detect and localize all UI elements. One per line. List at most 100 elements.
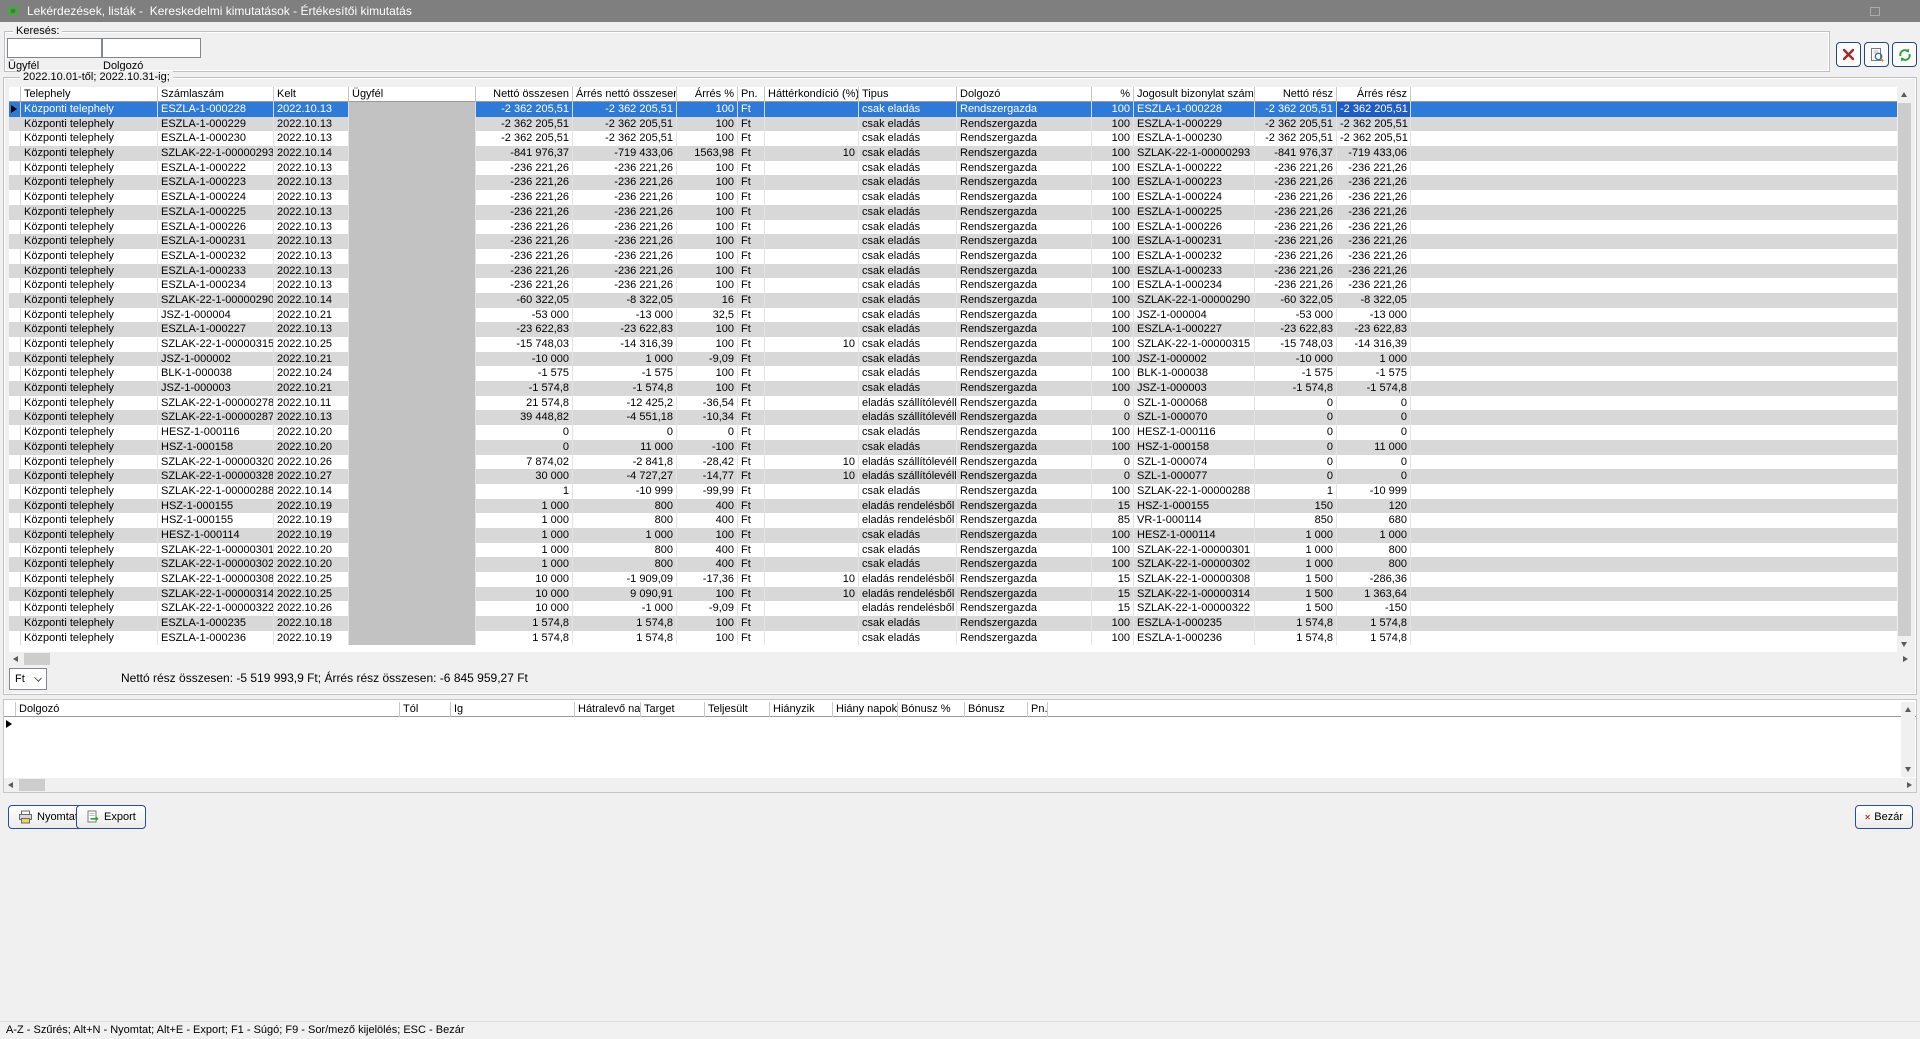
- scrollbar-thumb[interactable]: [19, 779, 45, 791]
- table-row[interactable]: Központi telephelySZLAK-22-1-00000320202…: [9, 455, 1912, 470]
- column-header[interactable]: Ig: [451, 702, 575, 717]
- table-row[interactable]: Központi telephelyBLK-1-0000382022.10.24…: [9, 366, 1912, 381]
- cell: SZLAK-22-1-00000287: [158, 410, 274, 425]
- table-row[interactable]: Központi telephelyHSZ-1-0001552022.10.19…: [9, 513, 1912, 528]
- table-row[interactable]: [4, 717, 1916, 731]
- cell: SZLAK-22-1-00000301: [158, 543, 274, 558]
- restore-icon[interactable]: [1870, 7, 1880, 16]
- scroll-left-button[interactable]: [4, 778, 18, 792]
- clear-filter-button[interactable]: [1836, 42, 1861, 67]
- table-row[interactable]: Központi telephelySZLAK-22-1-00000290202…: [9, 293, 1912, 308]
- column-header[interactable]: Árrés %: [677, 87, 738, 102]
- table-row[interactable]: Központi telephelyJSZ-1-0000032022.10.21…: [9, 381, 1912, 396]
- table-row[interactable]: Központi telephelySZLAK-22-1-00000288202…: [9, 484, 1912, 499]
- column-header[interactable]: Számlaszám: [158, 87, 274, 102]
- table-row[interactable]: Központi telephelyESZLA-1-0002282022.10.…: [9, 102, 1912, 117]
- column-header[interactable]: Ügyfél: [349, 87, 476, 102]
- table-row[interactable]: Központi telephelyESZLA-1-0002232022.10.…: [9, 175, 1912, 190]
- table-row[interactable]: Központi telephelyHSZ-1-0001552022.10.19…: [9, 499, 1912, 514]
- preview-button[interactable]: [1864, 42, 1889, 67]
- table-row[interactable]: Központi telephelyESZLA-1-0002352022.10.…: [9, 616, 1912, 631]
- column-header[interactable]: Kelt: [274, 87, 349, 102]
- cell: ESZLA-1-000236: [158, 631, 274, 646]
- column-header[interactable]: Hiány napokr: [833, 702, 898, 717]
- table-row[interactable]: Központi telephelySZLAK-22-1-00000293202…: [9, 146, 1912, 161]
- scroll-down-button[interactable]: [1897, 637, 1912, 652]
- refresh-button[interactable]: [1892, 42, 1917, 67]
- column-header[interactable]: Árrés nettó összesen: [573, 87, 677, 102]
- column-header[interactable]: %: [1092, 87, 1134, 102]
- column-header[interactable]: Tól: [400, 702, 451, 717]
- cell: 100: [677, 631, 738, 646]
- table-row[interactable]: Központi telephelySZLAK-22-1-00000287202…: [9, 410, 1912, 425]
- table-row[interactable]: Központi telephelyJSZ-1-0000042022.10.21…: [9, 308, 1912, 323]
- table-row[interactable]: Központi telephelySZLAK-22-1-00000302202…: [9, 557, 1912, 572]
- table-row[interactable]: Központi telephelyJSZ-1-0000022022.10.21…: [9, 352, 1912, 367]
- scroll-down-button[interactable]: [1901, 762, 1916, 777]
- close-button[interactable]: Bezár: [1855, 805, 1913, 829]
- search-groupbox: Keresés: Ügyfél Dolgozó: [4, 31, 1830, 72]
- table-row[interactable]: Központi telephelyESZLA-1-0002332022.10.…: [9, 264, 1912, 279]
- column-header[interactable]: Bónusz: [965, 702, 1028, 717]
- column-header[interactable]: Dolgozó: [957, 87, 1092, 102]
- column-header[interactable]: Hátralevő na: [575, 702, 641, 717]
- column-header[interactable]: Pn.: [1028, 702, 1048, 717]
- table-row[interactable]: Központi telephelySZLAK-22-1-00000278202…: [9, 396, 1912, 411]
- scrollbar-thumb[interactable]: [1898, 103, 1911, 636]
- cell: Központi telephely: [21, 616, 158, 631]
- scroll-right-button[interactable]: [1902, 778, 1916, 792]
- export-button[interactable]: Export: [76, 805, 146, 829]
- bonus-grid-horizontal-scrollbar[interactable]: [4, 778, 1916, 792]
- column-header[interactable]: Pn.: [738, 87, 765, 102]
- table-row[interactable]: Központi telephelyESZLA-1-0002242022.10.…: [9, 190, 1912, 205]
- scroll-up-button[interactable]: [1901, 702, 1916, 717]
- cell: -841 976,37: [1255, 146, 1337, 161]
- bonus-grid-vertical-scrollbar[interactable]: [1901, 702, 1915, 777]
- table-row[interactable]: Központi telephelySZLAK-22-1-00000315202…: [9, 337, 1912, 352]
- table-row[interactable]: Központi telephelyHESZ-1-0001162022.10.2…: [9, 425, 1912, 440]
- column-header[interactable]: Telephely: [21, 87, 158, 102]
- column-header[interactable]: Tipus: [859, 87, 957, 102]
- column-header[interactable]: Háttérkondíció (%): [765, 87, 859, 102]
- table-row[interactable]: Központi telephelySZLAK-22-1-00000314202…: [9, 587, 1912, 602]
- table-row[interactable]: Központi telephelyHSZ-1-0001582022.10.20…: [9, 440, 1912, 455]
- column-header[interactable]: Nettó rész: [1255, 87, 1337, 102]
- cell: JSZ-1-000004: [1134, 308, 1255, 323]
- table-row[interactable]: Központi telephelyESZLA-1-0002292022.10.…: [9, 117, 1912, 132]
- table-row[interactable]: Központi telephelySZLAK-22-1-00000308202…: [9, 572, 1912, 587]
- column-header[interactable]: Teljesült: [705, 702, 770, 717]
- column-header[interactable]: Hiányzik: [770, 702, 833, 717]
- column-header[interactable]: Nettó összesen: [476, 87, 573, 102]
- cell: csak eladás: [859, 352, 957, 367]
- table-row[interactable]: Központi telephelyESZLA-1-0002322022.10.…: [9, 249, 1912, 264]
- column-header[interactable]: Dolgozó: [16, 702, 400, 717]
- table-row[interactable]: Központi telephelyHESZ-1-0001142022.10.1…: [9, 528, 1912, 543]
- table-row[interactable]: Központi telephelyESZLA-1-0002302022.10.…: [9, 131, 1912, 146]
- table-row[interactable]: Központi telephelyESZLA-1-0002222022.10.…: [9, 161, 1912, 176]
- column-header[interactable]: Árrés rész: [1337, 87, 1411, 102]
- table-row[interactable]: Központi telephelySZLAK-22-1-00000301202…: [9, 543, 1912, 558]
- scroll-up-button[interactable]: [1897, 87, 1912, 102]
- main-grid-vertical-scrollbar[interactable]: [1897, 87, 1912, 652]
- column-header[interactable]: Bónusz %: [898, 702, 965, 717]
- table-row[interactable]: Központi telephelySZLAK-22-1-00000328202…: [9, 469, 1912, 484]
- main-grid-horizontal-scrollbar[interactable]: [9, 652, 1912, 666]
- cell: 30 000: [476, 469, 573, 484]
- scrollbar-thumb[interactable]: [24, 653, 50, 665]
- table-row[interactable]: Központi telephelyESZLA-1-0002312022.10.…: [9, 234, 1912, 249]
- cell: -236 221,26: [573, 175, 677, 190]
- table-row[interactable]: Központi telephelyESZLA-1-0002252022.10.…: [9, 205, 1912, 220]
- scroll-right-button[interactable]: [1898, 652, 1912, 666]
- table-row[interactable]: Központi telephelyESZLA-1-0002362022.10.…: [9, 631, 1912, 646]
- search-input-ugyfel[interactable]: [7, 38, 102, 58]
- column-header[interactable]: Jogosult bizonylat száma: [1134, 87, 1255, 102]
- table-row[interactable]: Központi telephelySZLAK-22-1-00000322202…: [9, 601, 1912, 616]
- table-row[interactable]: Központi telephelyESZLA-1-0002262022.10.…: [9, 220, 1912, 235]
- currency-combobox[interactable]: Ft: [9, 668, 47, 690]
- search-input-dolgozo[interactable]: [102, 38, 201, 58]
- scroll-left-button[interactable]: [9, 652, 23, 666]
- column-header[interactable]: Target: [641, 702, 705, 717]
- table-row[interactable]: Központi telephelyESZLA-1-0002272022.10.…: [9, 322, 1912, 337]
- table-row[interactable]: Központi telephelyESZLA-1-0002342022.10.…: [9, 278, 1912, 293]
- cell: 2022.10.13: [274, 102, 349, 117]
